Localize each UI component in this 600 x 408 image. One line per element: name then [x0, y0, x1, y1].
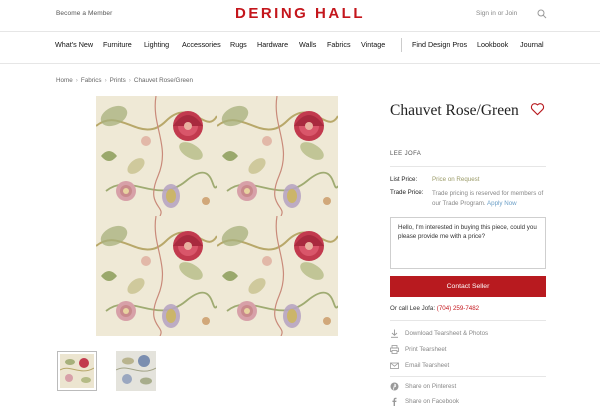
product-brand[interactable]: LEE JOFA: [390, 151, 421, 157]
thumbnail-rose-green[interactable]: [57, 351, 97, 391]
main-nav: What's New Furniture Lighting Accessorie…: [0, 37, 600, 55]
nav-vintage[interactable]: Vintage: [361, 40, 385, 49]
sign-in-join: Sign in or Join: [476, 10, 517, 17]
download-icon: [391, 329, 398, 338]
trade-price-text: Trade pricing is reserved for members of…: [432, 189, 547, 208]
breadcrumb-prints[interactable]: Prints: [110, 77, 126, 84]
phone-link[interactable]: (704) 259-7482: [437, 305, 479, 312]
nav-divider: [0, 63, 600, 64]
nav-lookbook[interactable]: Lookbook: [477, 40, 508, 49]
list-price-value: Price on Request: [432, 176, 480, 183]
or-call-label: Or call Lee Jofa:: [390, 305, 436, 312]
trade-price-label: Trade Price:: [390, 189, 424, 196]
print-label: Print Tearsheet: [405, 346, 447, 353]
contact-seller-button[interactable]: Contact Seller: [390, 276, 546, 297]
download-label: Download Tearsheet & Photos: [405, 330, 489, 337]
nav-rugs[interactable]: Rugs: [230, 40, 247, 49]
email-icon: [390, 362, 399, 369]
nav-fabrics[interactable]: Fabrics: [327, 40, 351, 49]
breadcrumb-fabrics[interactable]: Fabrics: [81, 77, 102, 84]
breadcrumb-home[interactable]: Home: [56, 77, 73, 84]
pinterest-icon: [390, 382, 399, 391]
top-bar: Become a Member DERING HALL Sign in or J…: [0, 0, 600, 30]
nav-lighting[interactable]: Lighting: [144, 40, 169, 49]
details-divider: [390, 166, 546, 167]
pinterest-label: Share on Pinterest: [405, 383, 457, 390]
message-field[interactable]: Hello, I'm interested in buying this pie…: [390, 217, 546, 269]
breadcrumb-separator: ›: [128, 77, 131, 84]
header-divider: [0, 31, 600, 32]
nav-journal[interactable]: Journal: [520, 40, 544, 49]
email-label: Email Tearsheet: [405, 362, 450, 369]
facebook-label: Share on Facebook: [405, 398, 460, 405]
breadcrumb: Home › Fabrics › Prints › Chauvet Rose/Green: [56, 77, 193, 84]
nav-walls[interactable]: Walls: [299, 40, 316, 49]
nav-find-design-pros[interactable]: Find Design Pros: [412, 40, 467, 49]
sign-in-link[interactable]: Sign in: [476, 10, 496, 17]
breadcrumb-separator: ›: [104, 77, 107, 84]
search-icon[interactable]: [537, 9, 547, 19]
facebook-icon: [392, 397, 397, 406]
nav-hardware[interactable]: Hardware: [257, 40, 288, 49]
join-link[interactable]: Join: [505, 10, 517, 17]
list-price-label: List Price:: [390, 176, 418, 183]
product-title: Chauvet Rose/Green: [390, 102, 519, 119]
heart-icon[interactable]: [530, 102, 545, 116]
nav-accessories[interactable]: Accessories: [182, 40, 221, 49]
or-text: or: [497, 10, 504, 17]
actions-divider: [390, 320, 546, 321]
share-divider: [390, 376, 546, 377]
nav-separator: [401, 38, 402, 52]
breadcrumb-separator: ›: [75, 77, 78, 84]
print-icon: [390, 345, 399, 354]
apply-now-link[interactable]: Apply Now: [487, 200, 517, 207]
breadcrumb-current: Chauvet Rose/Green: [133, 77, 194, 84]
call-seller-line: Or call Lee Jofa: (704) 259-7482: [390, 305, 479, 312]
nav-furniture[interactable]: Furniture: [103, 40, 132, 49]
product-image[interactable]: [96, 96, 338, 336]
nav-whats-new[interactable]: What's New: [55, 40, 93, 49]
thumbnail-blue-colorway[interactable]: [116, 351, 156, 391]
